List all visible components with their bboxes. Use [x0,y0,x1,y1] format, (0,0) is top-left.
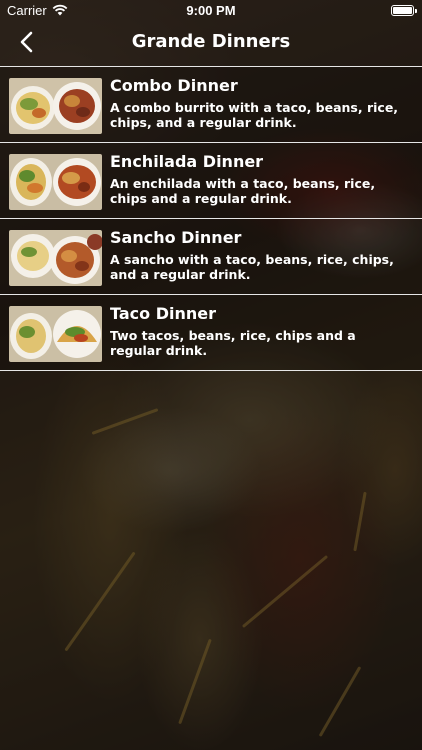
menu-item-sancho-dinner[interactable]: Sancho Dinner A sancho with a taco, bean… [0,219,422,295]
enchilada-dinner-photo [9,154,102,210]
taco-dinner-photo [9,306,102,362]
menu-item-description: Two tacos, beans, rice, chips and a regu… [110,328,356,358]
screen: Carrier 9:00 PM Grande Dinners Combo Din… [0,0,422,750]
combo-dinner-photo [9,78,102,134]
menu-item-title: Sancho Dinner [110,228,242,247]
menu-item-title: Taco Dinner [110,304,216,323]
navigation-bar: Grande Dinners [0,22,422,65]
menu-item-taco-dinner[interactable]: Taco Dinner Two tacos, beans, rice, chip… [0,295,422,371]
menu-item-enchilada-dinner[interactable]: Enchilada Dinner An enchilada with a tac… [0,143,422,219]
menu-item-title: Enchilada Dinner [110,152,264,171]
menu-item-title: Combo Dinner [110,76,238,95]
sancho-dinner-photo [9,230,102,286]
menu-item-description: A combo burrito with a taco, beans, rice… [110,100,399,130]
menu-item-description: An enchilada with a taco, beans, rice, c… [110,176,376,206]
status-bar: Carrier 9:00 PM [0,0,422,22]
battery-full-icon [391,5,417,16]
menu-list: Combo Dinner A combo burrito with a taco… [0,66,422,371]
clock-time: 9:00 PM [186,3,236,18]
menu-item-combo-dinner[interactable]: Combo Dinner A combo burrito with a taco… [0,67,422,143]
page-title: Grande Dinners [131,31,291,52]
menu-item-description: A sancho with a taco, beans, rice, chips… [110,252,394,282]
